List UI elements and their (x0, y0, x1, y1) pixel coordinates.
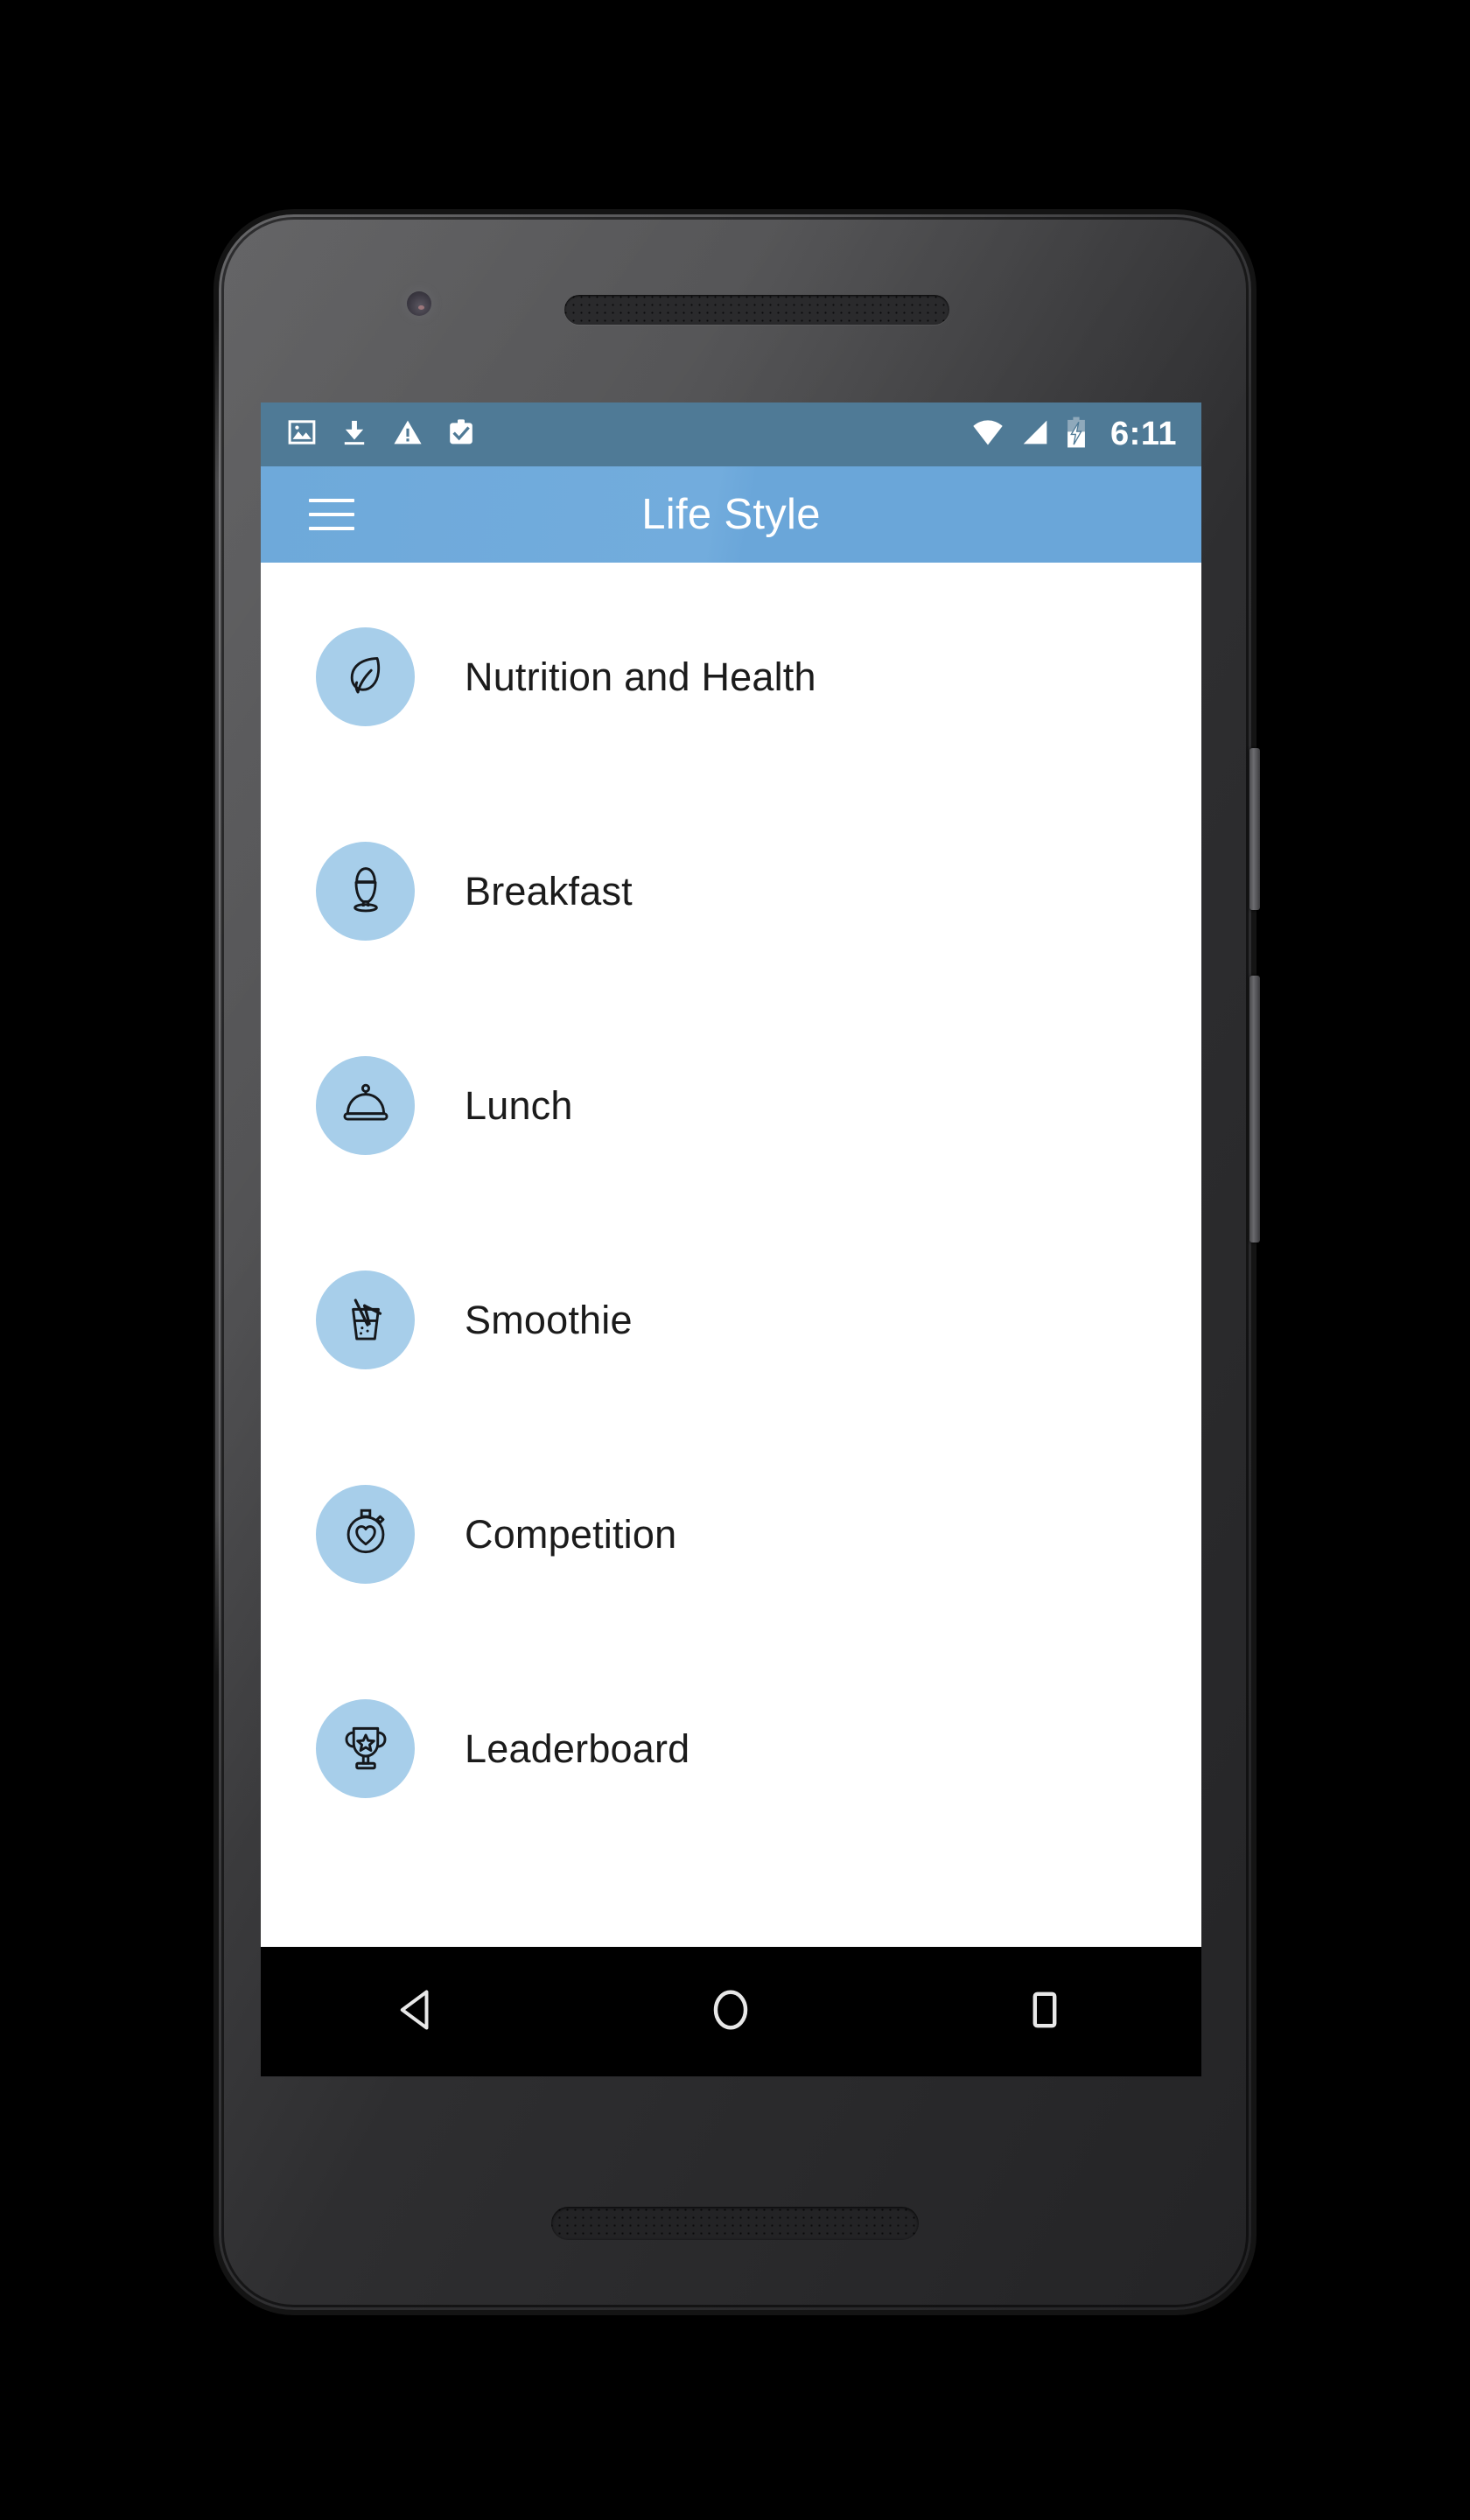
warning-icon (392, 417, 424, 452)
cloche-icon (337, 1074, 395, 1137)
avatar (316, 1056, 415, 1155)
back-button[interactable] (352, 1964, 483, 2060)
download-icon (340, 417, 368, 452)
list-item-smoothie[interactable]: Smoothie (261, 1213, 1201, 1427)
avatar (316, 1699, 415, 1798)
leaf-icon (337, 646, 395, 708)
circle-home-icon (706, 1985, 755, 2039)
trophy-star-icon (337, 1718, 395, 1780)
clipboard-check-icon (447, 417, 475, 452)
battery-charging-icon (1065, 416, 1088, 452)
list-item-label: Leaderboard (465, 1726, 690, 1771)
hamburger-menu-icon[interactable] (309, 499, 354, 530)
image-icon (287, 417, 317, 452)
list-item-label: Lunch (465, 1082, 573, 1128)
phone-screen: 6:11 Life Style Nutrition and Health Bre… (261, 402, 1201, 2076)
list-item-label: Competition (465, 1511, 677, 1557)
stopwatch-heart-icon (337, 1503, 395, 1565)
lifestyle-category-list: Nutrition and Health Breakfast Lunch Smo… (261, 563, 1201, 1856)
avatar (316, 1270, 415, 1369)
power-button[interactable] (1250, 748, 1260, 910)
status-bar-system-icons: 6:11 (970, 416, 1177, 453)
phone-device-frame: 6:11 Life Style Nutrition and Health Bre… (215, 214, 1260, 2310)
recents-button[interactable] (979, 1964, 1110, 2060)
triangle-back-icon (393, 1985, 442, 2039)
avatar (316, 842, 415, 941)
page-title: Life Style (641, 491, 821, 538)
list-item-lunch[interactable]: Lunch (261, 998, 1201, 1213)
square-recents-icon (1020, 1985, 1069, 2039)
list-item-label: Nutrition and Health (465, 654, 816, 699)
list-item-breakfast[interactable]: Breakfast (261, 784, 1201, 998)
app-bar: Life Style (261, 466, 1201, 563)
volume-rocker-button[interactable] (1250, 976, 1260, 1242)
device-left-edge-highlight (215, 319, 220, 1676)
android-navigation-bar (261, 1947, 1201, 2076)
cell-signal-icon (1020, 417, 1050, 452)
list-item-leaderboard[interactable]: Leaderboard (261, 1642, 1201, 1856)
egg-cup-icon (337, 860, 395, 922)
earpiece-speaker-grille (564, 295, 949, 325)
list-item-label: Smoothie (465, 1297, 633, 1342)
wifi-icon (970, 417, 1005, 452)
smoothie-glass-icon (337, 1289, 395, 1351)
status-bar-clock: 6:11 (1110, 416, 1177, 452)
bottom-speaker-grille (551, 2207, 919, 2240)
avatar (316, 627, 415, 726)
status-bar: 6:11 (261, 402, 1201, 466)
list-item-label: Breakfast (465, 868, 633, 914)
front-camera (407, 291, 431, 316)
list-item-competition[interactable]: Competition (261, 1427, 1201, 1642)
avatar (316, 1485, 415, 1584)
home-button[interactable] (665, 1964, 796, 2060)
status-bar-notification-icons (287, 417, 475, 452)
list-item-nutrition-and-health[interactable]: Nutrition and Health (261, 570, 1201, 784)
